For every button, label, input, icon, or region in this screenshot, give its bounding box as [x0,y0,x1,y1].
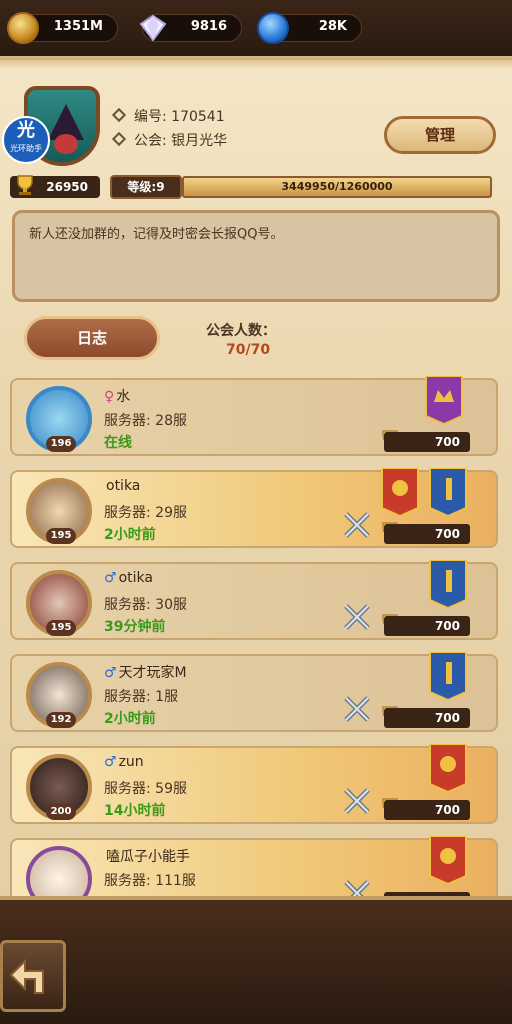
emblem-face [54,134,78,154]
guild-level: 等级:9 [110,175,182,199]
gold-coin-icon [7,12,39,44]
manage-button[interactable]: 管理 [384,116,496,154]
member-name-row: ♂ zun [104,754,144,770]
blue-banner-icon [429,560,467,608]
member-server: 服务器: 59服 [104,781,187,797]
member-avatar[interactable] [26,846,92,896]
member-status: 39分钟前 [104,619,166,635]
diamond-bullet-icon [111,107,127,123]
red-banner-icon [429,836,467,884]
back-button[interactable] [0,940,66,1012]
guild-notice[interactable]: 新人还没加群的，记得及时密会长报QQ号。 [12,210,500,302]
member-level: 192 [46,712,76,728]
bottom-bar [0,896,512,1024]
crystal-value: 28K [318,19,347,34]
member-score: 700 [384,800,470,820]
member-count-label: 公会人数： [206,323,276,339]
member-level: 195 [46,620,76,636]
gold-counter[interactable]: 1351M [7,12,118,44]
guild-name-row: 公会: 银月光华 [111,130,228,150]
currency-bar: 1351M 9816 28K [0,0,512,56]
member-card[interactable]: 200 ♂ zun 服务器: 59服 14小时前 700 [10,744,498,824]
female-icon: ♀ [104,389,115,405]
member-level: 200 [46,804,76,820]
member-card[interactable]: 196 ♀ 水 服务器: 28服 在线 700 [10,376,498,456]
panel-edge [0,56,512,70]
crystal-counter[interactable]: 28K [257,12,362,44]
member-name-row: 嗑瓜子小能手 [104,846,190,866]
member-card[interactable]: 嗑瓜子小能手 服务器: 111服 700 [10,836,498,896]
member-list[interactable]: 196 ♀ 水 服务器: 28服 在线 700 195 otika 服务器: 29… [0,372,512,896]
guild-name: 公会: 银月光华 [134,133,228,149]
blue-banner-icon [429,652,467,700]
member-name: otika [106,478,141,494]
member-name: 嗑瓜子小能手 [106,849,190,865]
member-level: 195 [46,528,76,544]
helper-badge-text: 光环助手 [10,144,42,153]
diamond-value: 9816 [190,19,227,34]
guild-id: 编号: 170541 [134,109,225,125]
member-name-row: ♂ otika [104,570,153,586]
member-server: 服务器: 1服 [104,689,179,705]
gold-value: 1351M [53,19,103,34]
male-icon: ♂ [104,665,117,681]
member-name: 水 [116,389,131,405]
guild-xp-text: 3449950/1260000 [281,180,393,193]
back-arrow-icon [9,958,44,994]
member-score: 700 [384,432,470,452]
crossed-swords-icon[interactable] [342,510,372,540]
blue-crystal-icon [257,12,289,44]
member-name: 天才玩家M [118,665,187,681]
guild-xp-bar: 3449950/1260000 [182,176,492,198]
member-name: otika [118,570,153,586]
diamond-icon [139,14,167,42]
member-score: 700 [384,616,470,636]
helper-badge[interactable]: 光 光环助手 [2,116,50,164]
male-icon: ♂ [104,754,117,770]
blue-banner-icon [429,468,467,516]
trophy-icon [17,175,33,195]
member-server: 服务器: 111服 [104,873,196,889]
member-status: 2小时前 [104,527,156,543]
member-count: 70/70 [226,342,271,358]
member-name-row: ♀ 水 [104,386,130,406]
member-card[interactable]: 195 otika 服务器: 29服 2小时前 700 [10,468,498,548]
member-score: 700 [384,708,470,728]
helper-badge-glyph: 光 [17,120,35,141]
crossed-swords-icon[interactable] [342,786,372,816]
male-icon: ♂ [104,570,117,586]
crossed-swords-icon[interactable] [342,602,372,632]
member-level: 196 [46,436,76,452]
purple-crown-banner-icon [425,376,463,424]
member-name: zun [118,754,144,770]
member-name-row: ♂ 天才玩家M [104,662,187,682]
crossed-swords-icon[interactable] [342,878,372,896]
member-card[interactable]: 192 ♂ 天才玩家M 服务器: 1服 2小时前 700 [10,652,498,732]
red-banner-icon [381,468,419,516]
member-card[interactable]: 195 ♂ otika 服务器: 30服 39分钟前 700 [10,560,498,640]
red-banner-icon [429,744,467,792]
member-status: 2小时前 [104,711,156,727]
guild-id-row: 编号: 170541 [111,106,225,126]
member-server: 服务器: 29服 [104,505,187,521]
diamond-counter[interactable]: 9816 [139,14,242,42]
log-button[interactable]: 日志 [24,316,160,360]
member-name-row: otika [104,478,140,494]
diamond-bullet-icon [111,131,127,147]
member-status: 14小时前 [104,803,166,819]
member-server: 服务器: 30服 [104,597,187,613]
member-server: 服务器: 28服 [104,413,187,429]
member-status: 在线 [104,435,132,451]
member-score: 700 [384,524,470,544]
crossed-swords-icon[interactable] [342,694,372,724]
